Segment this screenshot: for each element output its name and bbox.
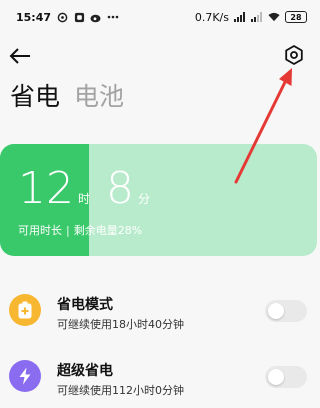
- tab-battery[interactable]: 电池: [74, 82, 124, 112]
- battery-info: 可用时长 | 剩余电量28%: [18, 222, 142, 238]
- settings-button[interactable]: [283, 44, 305, 66]
- weibo-icon: [90, 11, 102, 23]
- toggle-knob: [268, 369, 284, 385]
- super-power-saving-toggle[interactable]: [265, 366, 307, 388]
- tab-power-saving[interactable]: 省电: [10, 82, 60, 112]
- status-bar: 15:47 0.7K/s 28: [0, 0, 317, 34]
- settings-hexagon-icon: [285, 45, 303, 65]
- signal-icon-2: [251, 11, 263, 23]
- minutes-unit: 分: [138, 192, 151, 206]
- remaining-time: 12 时 8 分: [18, 164, 150, 214]
- super-power-saving-title: 超级省电: [57, 363, 113, 379]
- wifi-icon: [268, 11, 280, 23]
- more-icon: [107, 11, 119, 23]
- back-button[interactable]: [9, 46, 33, 66]
- hours-value: 12: [18, 163, 74, 214]
- minutes-value: 8: [106, 163, 135, 214]
- power-saving-subtitle: 可继续使用18小时40分钟: [57, 318, 184, 331]
- net-speed: 0.7K/s: [194, 10, 229, 24]
- back-arrow-icon: [9, 48, 30, 64]
- power-saving-title: 省电模式: [57, 297, 113, 313]
- sync-icon: [56, 11, 68, 23]
- info-separator: |: [66, 223, 70, 237]
- toggle-knob: [268, 303, 284, 319]
- signal-icon: [234, 11, 246, 23]
- remaining-charge-label: 剩余电量28%: [73, 224, 143, 237]
- list-item-super-power-saving[interactable]: 超级省电 可继续使用112小时0分钟: [0, 350, 317, 402]
- status-left: 15:47: [16, 11, 119, 24]
- status-right: 0.7K/s 28: [195, 11, 307, 24]
- super-power-saving-subtitle: 可继续使用112小时0分钟: [57, 384, 184, 397]
- usable-time-label: 可用时长: [18, 224, 62, 237]
- status-time: 15:47: [16, 10, 52, 24]
- tab-bar: 省电 电池: [10, 82, 124, 112]
- battery-plus-icon: [9, 294, 41, 326]
- lightning-icon: [9, 360, 41, 392]
- list-item-power-saving-mode[interactable]: 省电模式 可继续使用18小时40分钟: [0, 284, 317, 336]
- app-notification-icon: [73, 11, 85, 23]
- power-saving-toggle[interactable]: [265, 300, 307, 322]
- battery-indicator: 28: [285, 11, 307, 23]
- battery-card: 12 时 8 分 可用时长 | 剩余电量28%: [0, 144, 317, 256]
- hours-unit: 时: [78, 192, 91, 206]
